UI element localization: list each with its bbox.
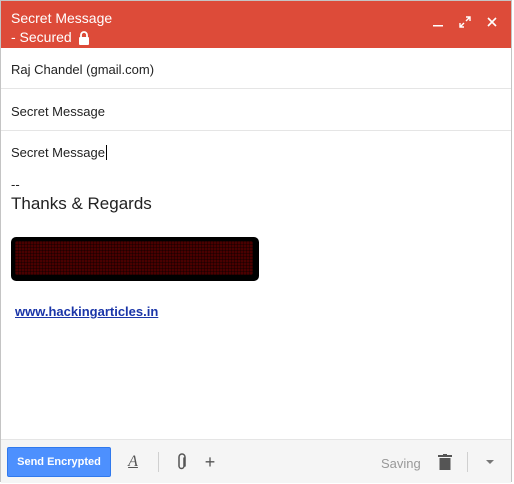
lock-icon bbox=[78, 30, 90, 45]
signature-link[interactable]: www.hackingarticles.in bbox=[15, 304, 158, 319]
save-status: Saving bbox=[381, 456, 421, 471]
subject-text: Secret Message bbox=[11, 104, 105, 119]
formatting-options-icon[interactable]: A bbox=[123, 452, 143, 472]
expand-icon[interactable] bbox=[458, 15, 472, 29]
paperclip-icon[interactable] bbox=[172, 452, 192, 472]
toolbar-divider bbox=[467, 452, 468, 472]
toolbar-divider bbox=[158, 452, 159, 472]
minimize-icon[interactable] bbox=[431, 15, 445, 29]
title-line-1: Secret Message bbox=[11, 10, 113, 26]
subject-field[interactable]: Secret Message bbox=[1, 91, 511, 131]
text-caret bbox=[105, 145, 107, 160]
close-icon[interactable] bbox=[485, 15, 499, 29]
chevron-down-icon[interactable] bbox=[480, 452, 500, 472]
compose-header: Secret Message - Secured bbox=[1, 1, 511, 48]
signature-separator: -- bbox=[11, 177, 20, 192]
send-encrypted-button[interactable]: Send Encrypted bbox=[7, 447, 111, 477]
body-text: Secret Message bbox=[11, 145, 105, 160]
plus-icon[interactable]: + bbox=[200, 452, 220, 472]
recipients-field[interactable]: Raj Chandel (gmail.com) bbox=[1, 49, 511, 89]
message-body[interactable]: Secret Message -- Thanks & Regards www.h… bbox=[1, 133, 511, 439]
compose-toolbar: Send Encrypted A + Saving bbox=[1, 439, 511, 483]
compose-title: Secret Message - Secured bbox=[11, 9, 112, 47]
compose-window: Secret Message - Secured Raj Chandel (gm… bbox=[0, 0, 512, 483]
recipient-chip: Raj Chandel (gmail.com) bbox=[11, 62, 155, 77]
redacted-signature-image bbox=[11, 237, 259, 281]
signature-regards: Thanks & Regards bbox=[11, 194, 152, 213]
trash-icon[interactable] bbox=[435, 452, 455, 472]
secured-label: - Secured bbox=[11, 29, 72, 45]
